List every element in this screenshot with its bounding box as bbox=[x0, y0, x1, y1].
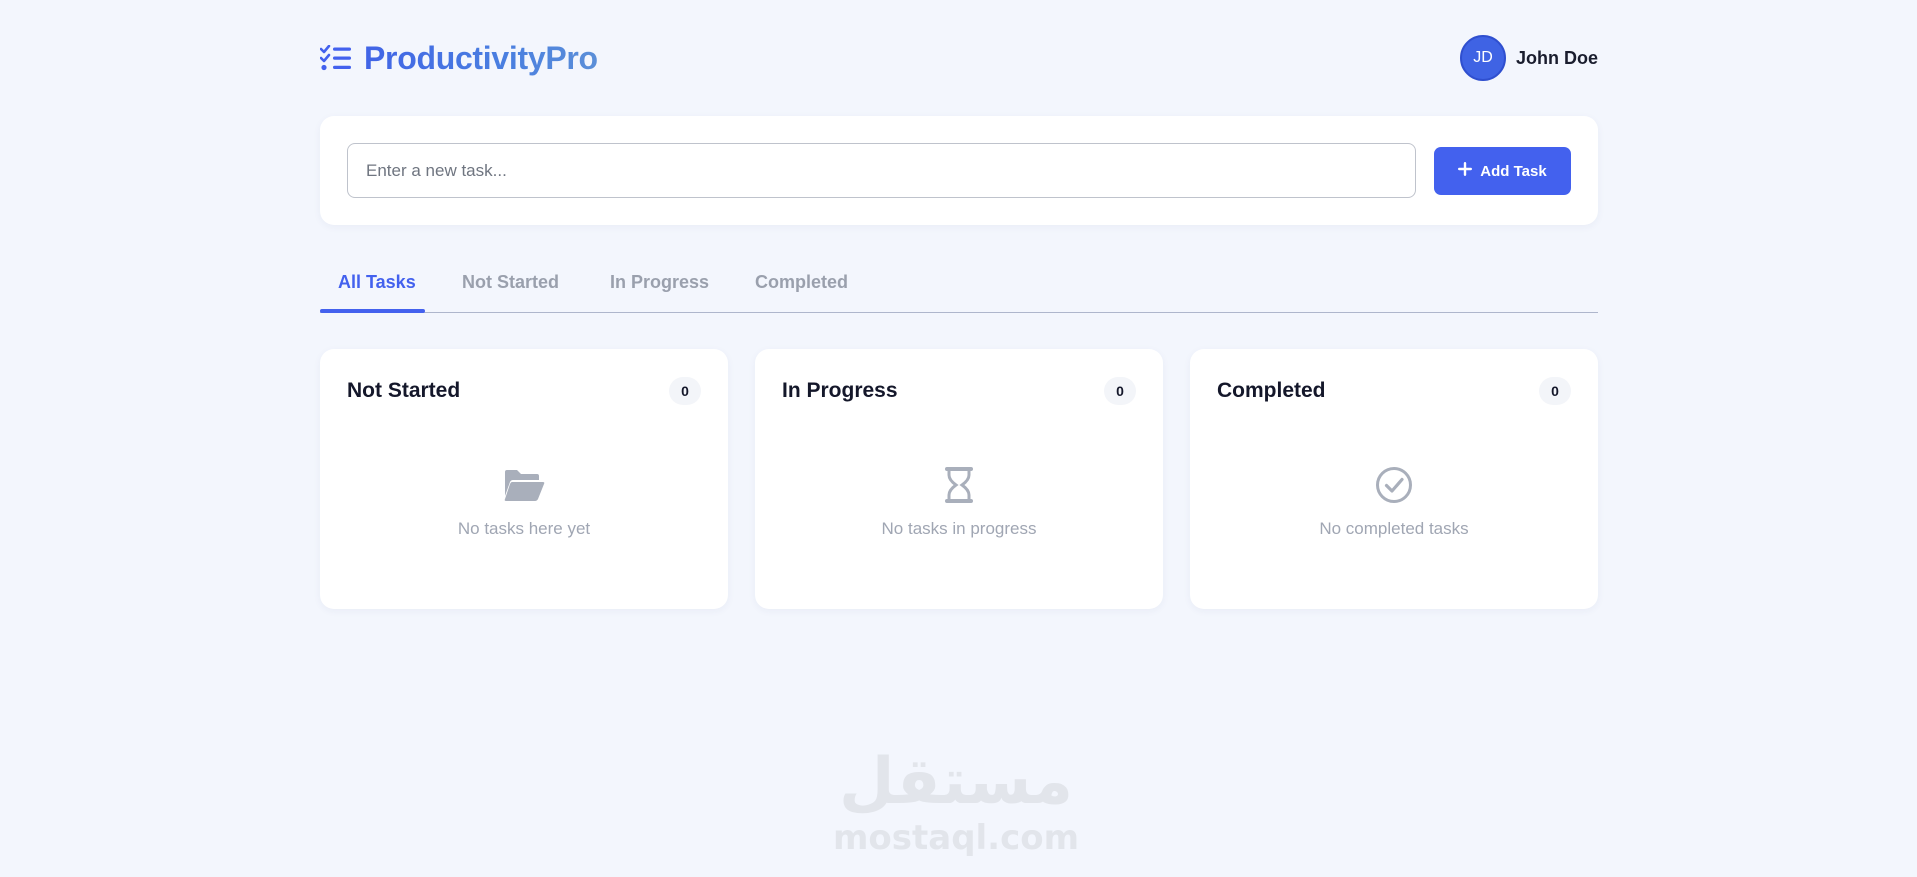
empty-state: No tasks here yet bbox=[320, 465, 728, 539]
watermark-arabic: مستقل bbox=[838, 745, 1074, 819]
watermark: مستقل mostaql.com bbox=[832, 745, 1080, 860]
user-name: John Doe bbox=[1515, 47, 1598, 68]
new-task-input[interactable] bbox=[347, 143, 1416, 198]
add-task-button[interactable]: Add Task bbox=[1434, 147, 1571, 195]
empty-state-text: No tasks in progress bbox=[881, 519, 1037, 538]
watermark-latin: mostaql.com bbox=[832, 818, 1080, 858]
hourglass-icon bbox=[937, 465, 981, 505]
empty-state-text: No tasks here yet bbox=[457, 519, 591, 538]
tab-all-tasks[interactable]: All Tasks bbox=[338, 272, 416, 293]
active-tab-indicator bbox=[320, 309, 425, 313]
task-list-icon bbox=[320, 44, 354, 72]
column-in-progress: In Progress 0 No tasks in progress bbox=[755, 349, 1163, 609]
header: ProductivityPro JD John Doe bbox=[320, 32, 1598, 84]
plus-icon bbox=[1458, 160, 1473, 180]
column-completed: Completed 0 No completed tasks bbox=[1190, 349, 1598, 609]
column-title: Completed bbox=[1217, 379, 1326, 402]
column-title: In Progress bbox=[782, 379, 898, 402]
column-count-badge: 0 bbox=[669, 377, 701, 405]
status-tabs: All Tasks Not Started In Progress Comple… bbox=[320, 262, 1598, 313]
add-task-button-label: Add Task bbox=[1480, 162, 1547, 180]
brand[interactable]: ProductivityPro bbox=[320, 40, 598, 77]
user-menu[interactable]: JD John Doe bbox=[1459, 35, 1598, 81]
empty-state-text: No completed tasks bbox=[1319, 519, 1469, 538]
avatar[interactable]: JD bbox=[1459, 35, 1506, 81]
column-not-started: Not Started 0 No tasks here yet bbox=[320, 349, 728, 609]
empty-state: No tasks in progress bbox=[755, 465, 1163, 539]
tab-in-progress[interactable]: In Progress bbox=[610, 272, 709, 293]
check-circle-icon bbox=[1372, 465, 1416, 505]
empty-state: No completed tasks bbox=[1190, 465, 1598, 539]
column-count-badge: 0 bbox=[1104, 377, 1136, 405]
add-task-card: Add Task bbox=[320, 116, 1598, 225]
column-count-badge: 0 bbox=[1539, 377, 1571, 405]
folder-open-icon bbox=[502, 465, 546, 505]
column-title: Not Started bbox=[347, 379, 461, 402]
brand-name: ProductivityPro bbox=[364, 39, 598, 76]
tab-not-started[interactable]: Not Started bbox=[462, 272, 559, 293]
tab-completed[interactable]: Completed bbox=[755, 272, 848, 293]
